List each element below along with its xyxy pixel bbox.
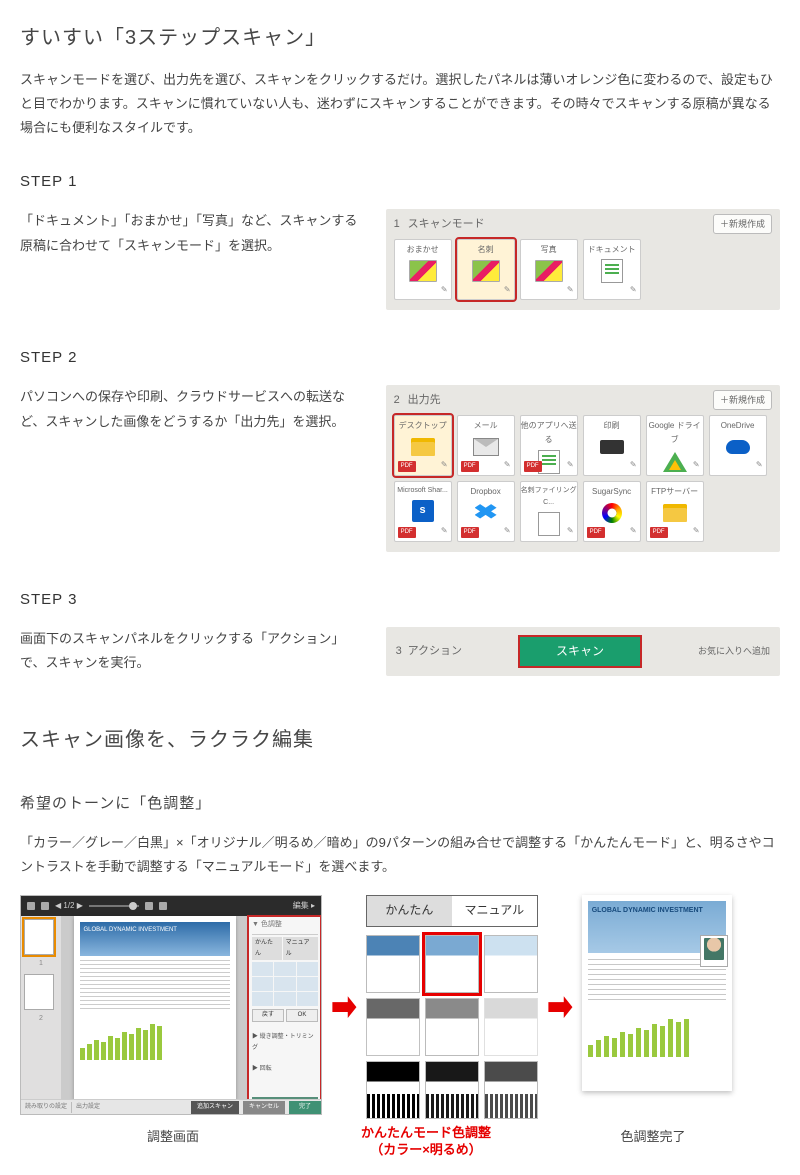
tab-kantan[interactable]: かんたん [367, 896, 452, 926]
card-bizcard[interactable]: 名刺ファイリングC...✎ [520, 481, 578, 542]
document-icon [601, 259, 623, 283]
edit-icon: ✎ [504, 283, 511, 297]
card-sugarsync[interactable]: SugarSyncPDF✎ [583, 481, 641, 542]
edit-icon: ✎ [567, 283, 574, 297]
action-panel: 3アクション スキャン お気に入りへ追加 [386, 627, 780, 676]
onedrive-icon [726, 440, 750, 454]
card-mail[interactable]: メールPDF✎ [457, 415, 515, 476]
card-gdrive[interactable]: Google ドライブ✎ [646, 415, 704, 476]
link-rotate[interactable]: ▶ 回転 [252, 1064, 318, 1075]
title-1: すいすい「3ステップスキャン」 [20, 20, 780, 56]
preset-2[interactable] [425, 935, 479, 993]
arrow-icon: ➡ [547, 973, 572, 1041]
preset-4[interactable] [366, 998, 420, 1056]
card-dropbox[interactable]: DropboxPDF✎ [457, 481, 515, 542]
tab-manual[interactable]: マニュアル [452, 896, 537, 926]
ok-button[interactable]: OK [286, 1009, 318, 1022]
card-ftp[interactable]: FTPサーバーPDF✎ [646, 481, 704, 542]
scanmode-title: スキャンモード [408, 218, 485, 230]
edit-icon: ✎ [441, 283, 448, 297]
thumb-2[interactable] [24, 974, 54, 1010]
step3-text: 画面下のスキャンパネルをクリックする「アクション」で、スキャンを実行。 [20, 627, 370, 676]
preset-5[interactable] [425, 998, 479, 1056]
output-title: 出力先 [408, 394, 441, 406]
arrow-icon: ➡ [331, 973, 356, 1041]
document-preview: GLOBAL DYNAMIC INVESTMENT [74, 916, 236, 1100]
sugarsync-icon [602, 503, 622, 523]
preset-8[interactable] [425, 1061, 479, 1119]
step2-label: STEP 2 [20, 344, 780, 371]
new-output-button[interactable]: ＋新規作成 [713, 390, 772, 410]
preset-7[interactable] [366, 1061, 420, 1119]
mail-icon [473, 438, 499, 456]
output-panel: 2出力先 ＋新規作成 デスクトップPDF✎ メールPDF✎ 他のアプリへ送るPD… [386, 385, 780, 552]
card-otherapp[interactable]: 他のアプリへ送るPDF✎ [520, 415, 578, 476]
tab-manual[interactable]: マニュアル [283, 937, 318, 961]
back-button[interactable]: 戻す [252, 1009, 284, 1022]
preset-6[interactable] [484, 998, 538, 1056]
card-desktop[interactable]: デスクトップPDF✎ [394, 415, 452, 476]
preset-1[interactable] [366, 935, 420, 993]
card-print[interactable]: 印刷✎ [583, 415, 641, 476]
card-omakase[interactable]: おまかせ✎ [394, 239, 452, 300]
caption-mode: かんたんモード色調整（カラー×明るめ） [326, 1125, 526, 1159]
photo-icon [535, 260, 563, 282]
editor-toolbar: ◀ 1/2 ▶ 編集 ▸ [21, 896, 321, 916]
new-mode-button[interactable]: ＋新規作成 [713, 214, 772, 234]
avatar [700, 935, 728, 967]
thumbnail-column: 1 2 [21, 916, 61, 1100]
step1-text: 「ドキュメント」「おまかせ」「写真」など、スキャンする原稿に合わせて「スキャンモ… [20, 209, 370, 310]
desc-2: 「カラー／グレー／白黒」×「オリジナル／明るめ／暗め」の9パターンの組み合せで調… [20, 831, 780, 879]
result-preview: GLOBAL DYNAMIC INVESTMENT [582, 895, 732, 1091]
editor-screenshot: ◀ 1/2 ▶ 編集 ▸ 1 2 GLOBAL DYNAMIC INVESTME… [20, 895, 322, 1115]
zoom-slider[interactable] [89, 905, 139, 907]
step2-text: パソコンへの保存や印刷、クラウドサービスへの転送など、スキャンした画像をどうする… [20, 385, 370, 552]
done-button[interactable]: 完了 [289, 1101, 321, 1114]
pdf-badge: PDF [398, 461, 416, 472]
card-icon [472, 260, 500, 282]
card-meishi[interactable]: 名刺✎ [457, 239, 515, 300]
card-document[interactable]: ドキュメント✎ [583, 239, 641, 300]
subtitle: 希望のトーンに「色調整」 [20, 790, 780, 817]
folder-icon [411, 438, 435, 456]
intro-text: スキャンモードを選び、出力先を選び、スキャンをクリックするだけ。選択したパネルは… [20, 68, 780, 140]
action-title: 3アクション [396, 642, 462, 662]
caption-result: 色調整完了 [526, 1125, 780, 1159]
scan-button[interactable]: スキャン [520, 637, 640, 667]
photo-icon [409, 260, 437, 282]
scanmode-panel: 1スキャンモード ＋新規作成 おまかせ✎ 名刺✎ 写真✎ ドキュメント✎ [386, 209, 780, 310]
step3-label: STEP 3 [20, 586, 780, 613]
tab-easy[interactable]: かんたん [252, 937, 282, 961]
cancel-button[interactable]: キャンセル [243, 1101, 285, 1114]
title-2: スキャン画像を、ラクラク編集 [20, 722, 780, 758]
edit-icon: ✎ [630, 283, 637, 297]
step1-label: STEP 1 [20, 168, 780, 195]
color-mode-grid: かんたん マニュアル [366, 895, 538, 1119]
thumb-1[interactable] [24, 919, 54, 955]
preset-3[interactable] [484, 935, 538, 993]
link-trim[interactable]: ▶ 縦き調整・トリミング [252, 1032, 318, 1054]
add-scan-button[interactable]: 追加スキャン [191, 1101, 239, 1114]
dropbox-icon [475, 504, 497, 522]
preset-9[interactable] [484, 1061, 538, 1119]
sharepoint-icon: s [412, 500, 434, 522]
bizcard-icon [538, 512, 560, 536]
card-onedrive[interactable]: OneDrive✎ [709, 415, 767, 476]
color-adjust-pane: ▼ 色調整 かんたんマニュアル 戻すOK ▶ 縦き調整・トリミング ▶ 回転 初… [248, 916, 321, 1100]
card-photo[interactable]: 写真✎ [520, 239, 578, 300]
folder-icon [663, 504, 687, 522]
caption-editor: 調整画面 [20, 1125, 326, 1159]
add-favorite[interactable]: お気に入りへ追加 [698, 643, 770, 659]
printer-icon [600, 440, 624, 454]
gdrive-icon [663, 452, 687, 472]
card-sharepoint[interactable]: Microsoft Shar...sPDF✎ [394, 481, 452, 542]
